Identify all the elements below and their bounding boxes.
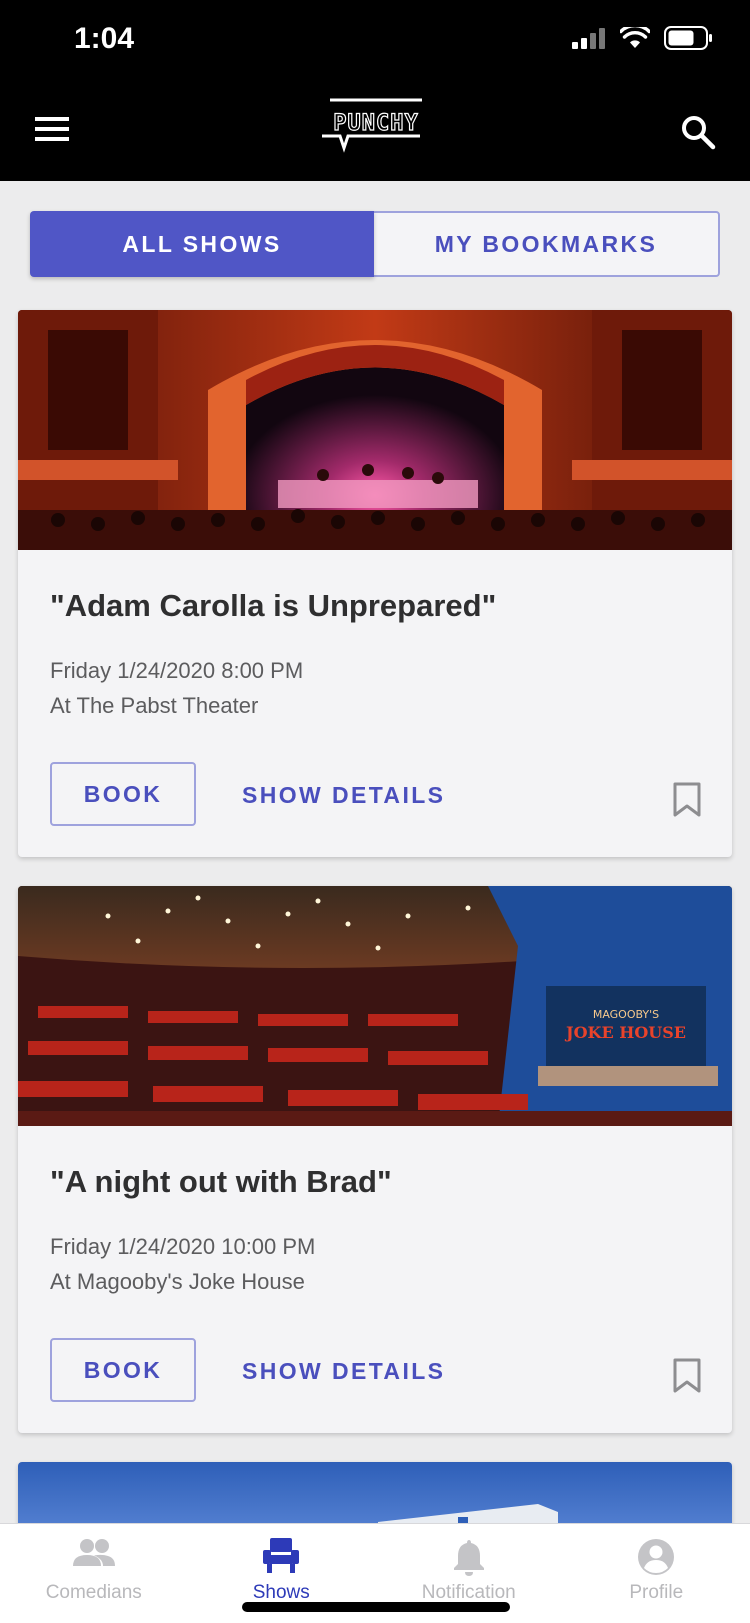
club-sign-text: MAGOOBY'S bbox=[593, 1008, 659, 1021]
wifi-icon bbox=[620, 27, 650, 48]
show-title: "Adam Carolla is Unprepared" bbox=[50, 588, 497, 623]
status-icons bbox=[572, 26, 712, 50]
hamburger-icon bbox=[35, 117, 69, 141]
show-image bbox=[18, 310, 732, 550]
bookmark-icon[interactable] bbox=[672, 782, 702, 818]
show-card: MAGOOBY'S JOKE HOUSE "A night out with B… bbox=[18, 886, 732, 1433]
show-image: MAGOOBY'S JOKE HOUSE bbox=[18, 886, 732, 1126]
nav-label: Profile bbox=[629, 1582, 684, 1603]
bell-icon bbox=[453, 1540, 484, 1576]
book-button[interactable]: BOOK bbox=[50, 1338, 196, 1402]
app-header: 1:04 PUNCHY bbox=[0, 0, 750, 181]
show-datetime: Friday 1/24/2020 10:00 PM bbox=[50, 1234, 316, 1259]
menu-button[interactable] bbox=[30, 112, 74, 148]
status-time: 1:04 bbox=[74, 22, 135, 55]
comedy-club-photo: MAGOOBY'S JOKE HOUSE bbox=[18, 886, 732, 1126]
show-details-button[interactable]: SHOW DETAILS bbox=[242, 1358, 445, 1385]
show-title: "A night out with Brad" bbox=[50, 1164, 392, 1199]
punchy-logo: PUNCHY bbox=[322, 98, 422, 153]
nav-label: Comedians bbox=[45, 1582, 142, 1603]
tab-all-shows[interactable]: ALL SHOWS bbox=[30, 211, 374, 277]
search-icon bbox=[682, 116, 716, 150]
shows-filter-tabs: ALL SHOWS MY BOOKMARKS bbox=[30, 211, 720, 277]
search-button[interactable] bbox=[676, 110, 720, 154]
book-button[interactable]: BOOK bbox=[50, 762, 196, 826]
show-venue: At Magooby's Joke House bbox=[50, 1269, 305, 1294]
signal-icon bbox=[572, 28, 605, 49]
show-venue: At The Pabst Theater bbox=[50, 693, 259, 718]
svg-text:JOKE HOUSE: JOKE HOUSE bbox=[564, 1023, 686, 1042]
nav-profile[interactable]: Profile bbox=[563, 1524, 750, 1623]
home-indicator bbox=[242, 1602, 510, 1612]
seat-icon bbox=[263, 1538, 300, 1573]
theater-stage-photo bbox=[18, 310, 732, 550]
bookmark-icon[interactable] bbox=[672, 1358, 702, 1394]
show-details-button[interactable]: SHOW DETAILS bbox=[242, 782, 445, 809]
nav-label: Shows bbox=[252, 1582, 310, 1603]
battery-icon bbox=[664, 26, 712, 50]
svg-text:PUNCHY: PUNCHY bbox=[333, 111, 418, 136]
show-card: "Adam Carolla is Unprepared" Friday 1/24… bbox=[18, 310, 732, 857]
profile-icon bbox=[638, 1539, 675, 1575]
nav-label: Notification bbox=[421, 1582, 516, 1603]
show-datetime: Friday 1/24/2020 8:00 PM bbox=[50, 658, 304, 683]
tab-my-bookmarks[interactable]: MY BOOKMARKS bbox=[372, 211, 720, 277]
nav-comedians[interactable]: Comedians bbox=[0, 1524, 188, 1623]
people-icon bbox=[72, 1539, 115, 1566]
